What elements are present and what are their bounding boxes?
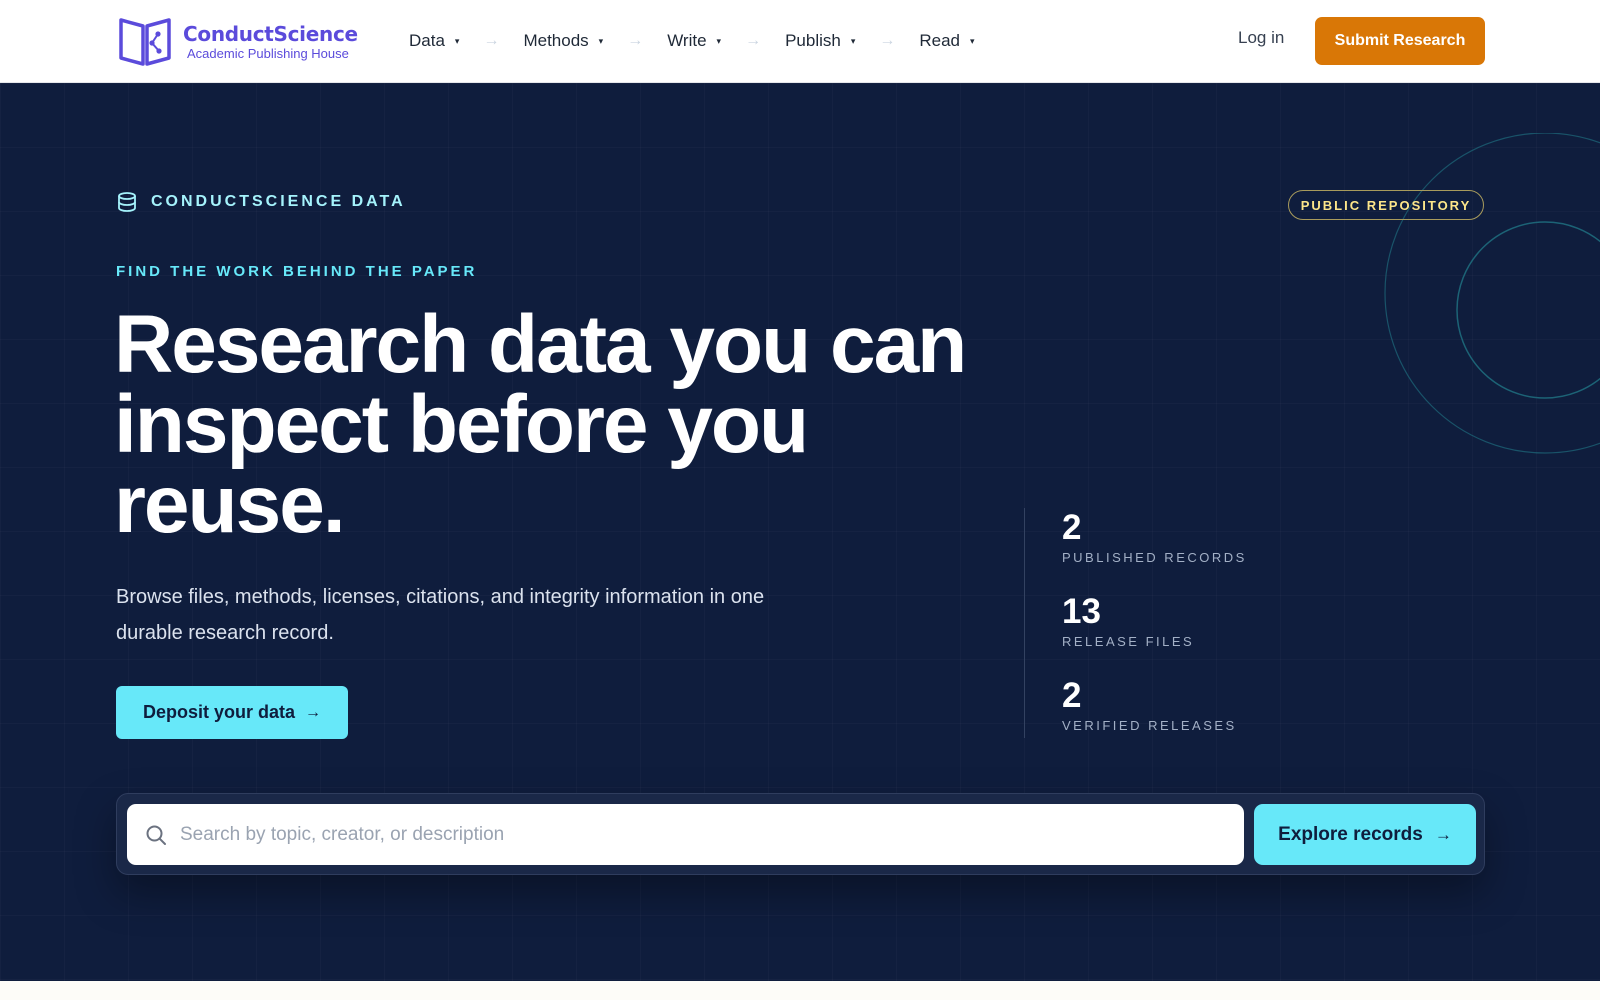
nav-label: Data [409, 31, 445, 50]
hero-description: Browse files, methods, licenses, citatio… [116, 586, 765, 644]
stat-value: 2 [1062, 508, 1082, 547]
nav-label: Publish [785, 31, 841, 50]
chevron-down-icon: ▾ [970, 35, 975, 46]
hero-section: CONDUCTSCIENCE DATA PUBLIC REPOSITORY FI… [0, 83, 1600, 981]
search-panel: Explore records → [116, 793, 1485, 875]
search-input[interactable] [180, 804, 1230, 865]
eyebrow-label: CONDUCTSCIENCE DATA [151, 193, 406, 210]
search-box [127, 804, 1244, 865]
submit-research-button[interactable]: Submit Research [1315, 17, 1485, 65]
deposit-button-label: Deposit your data [142, 702, 296, 722]
login-link[interactable]: Log in [1238, 28, 1284, 48]
stat-label: RELEASE FILES [1062, 634, 1195, 649]
stat-value: 13 [1062, 592, 1101, 631]
chevron-down-icon: ▾ [716, 35, 722, 46]
stat-release-files: 13 RELEASE FILES [1062, 592, 1247, 676]
arrow-separator-icon: → [745, 32, 762, 49]
section-eyebrow: CONDUCTSCIENCE DATA [116, 191, 406, 213]
hero-kicker: FIND THE WORK BEHIND THE PAPER [116, 263, 478, 280]
top-navigation-bar: ConductScience Academic Publishing House… [0, 0, 1600, 83]
stat-label: VERIFIED RELEASES [1062, 718, 1237, 733]
brand-home-link[interactable]: ConductScience Academic Publishing House [117, 14, 358, 68]
chevron-down-icon: ▾ [598, 35, 604, 46]
nav-item-publish[interactable]: Publish ▾ [785, 31, 855, 51]
stat-value: 2 [1062, 676, 1082, 715]
status-badge: PUBLIC REPOSITORY [1288, 190, 1484, 220]
nav-label: Write [667, 31, 707, 50]
arrow-right-icon: → [305, 703, 322, 721]
arrow-right-icon: → [1434, 824, 1452, 844]
repository-stats: 2 PUBLISHED RECORDS 13 RELEASE FILES 2 V… [1024, 508, 1247, 738]
brand-tagline: Academic Publishing House [187, 45, 349, 61]
brand-text: ConductScience Academic Publishing House [183, 22, 358, 61]
nav-label: Read [919, 31, 961, 50]
stat-verified-releases: 2 VERIFIED RELEASES [1062, 676, 1247, 760]
deposit-data-button[interactable]: Deposit your data → [116, 686, 348, 739]
explore-button-label: Explore records [1278, 823, 1423, 845]
chevron-down-icon: ▾ [454, 35, 460, 46]
arrow-separator-icon: → [879, 32, 896, 49]
nav-item-data[interactable]: Data ▾ [409, 31, 459, 51]
stat-label: PUBLISHED RECORDS [1062, 550, 1247, 565]
decorative-rings [1384, 133, 1600, 454]
explore-records-button[interactable]: Explore records → [1254, 804, 1476, 865]
brand-name: ConductScience [183, 21, 358, 46]
arrow-separator-icon: → [483, 32, 500, 49]
page-title: Research data you can inspect before you… [114, 299, 967, 550]
nav-item-methods[interactable]: Methods ▾ [523, 31, 603, 51]
stat-published-records: 2 PUBLISHED RECORDS [1062, 508, 1247, 592]
primary-nav: Data ▾ → Methods ▾ → Write ▾ → Publish ▾… [409, 0, 975, 82]
nav-item-write[interactable]: Write ▾ [667, 31, 721, 51]
nav-label: Methods [523, 31, 589, 50]
nav-item-read[interactable]: Read ▾ [919, 31, 974, 51]
database-icon [118, 192, 136, 212]
chevron-down-icon: ▾ [850, 35, 856, 46]
arrow-separator-icon: → [627, 32, 644, 49]
book-network-logo-icon [119, 18, 171, 66]
search-icon [146, 825, 166, 845]
